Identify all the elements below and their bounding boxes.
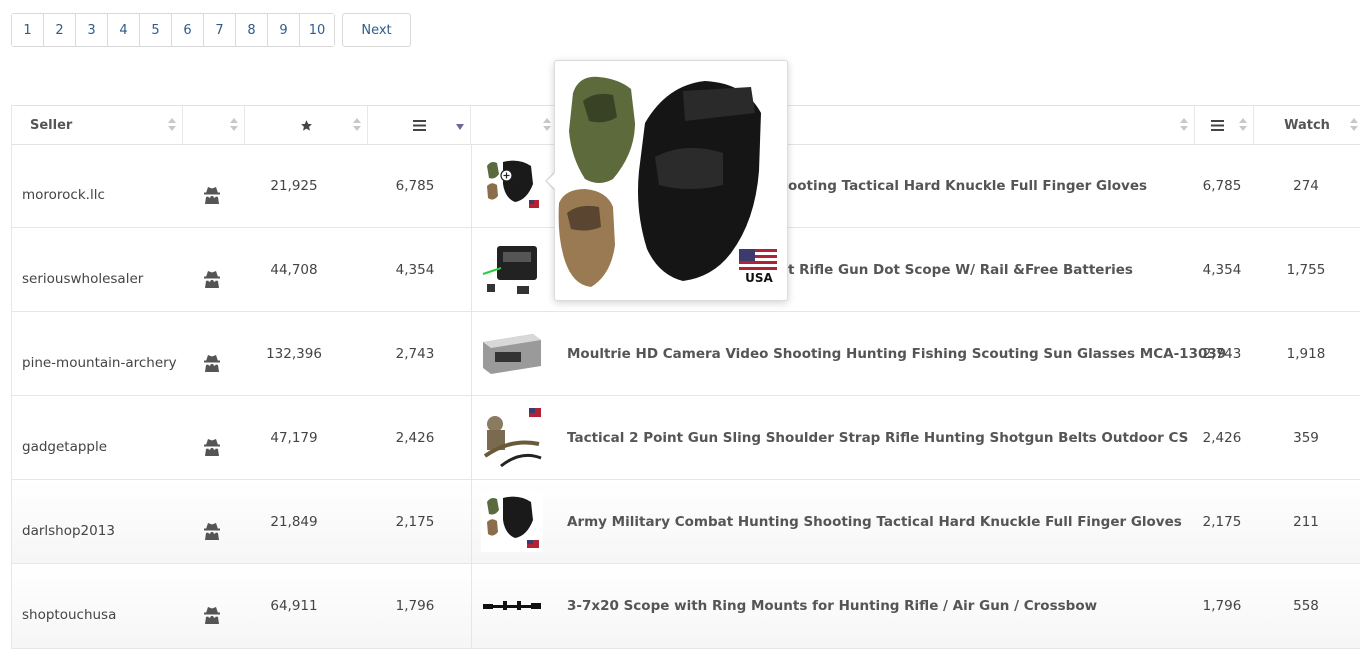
sold-total-value: 4,354 [1202,262,1242,278]
sort-icon[interactable] [168,118,176,132]
watch-header-label: Watch [1284,117,1330,133]
sold-column-header[interactable] [368,106,471,144]
column-divider [471,480,472,564]
rating-value: 21,925 [270,178,318,194]
popup-arrow-inner [547,173,555,189]
product-thumbnail-box[interactable] [481,324,543,384]
rating-value: 64,911 [270,598,318,614]
page-link[interactable]: 3 [76,14,108,46]
product-title[interactable]: t Rifle Gun Dot Scope W/ Rail &Free Batt… [788,262,1133,278]
page-link[interactable]: 6 [172,14,204,46]
seller-link[interactable]: mororock.llc [22,187,105,203]
product-thumbnail-sling[interactable] [481,408,543,468]
sold-value: 4,354 [395,262,435,278]
product-title[interactable]: Moultrie HD Camera Video Shooting Huntin… [567,346,1226,362]
page-link[interactable]: 4 [108,14,140,46]
table-row[interactable]: darlshop2013 21,849 2,175 Army Military … [12,480,1360,564]
seller-type-column-header[interactable] [183,106,245,144]
column-divider [471,396,472,480]
sold-value: 2,743 [395,346,435,362]
watch-column-header[interactable]: Watch [1254,106,1360,144]
usa-flag-label: USA [745,271,773,285]
sold-total-value: 6,785 [1202,178,1242,194]
table-row[interactable]: gadgetapple 47,179 2,426 Tactical 2 Poin… [12,396,1360,480]
watch-value: 558 [1293,598,1319,614]
rating-value: 44,708 [270,262,318,278]
next-page-button[interactable]: Next [342,13,411,47]
sort-icon[interactable] [543,118,551,132]
watch-value: 1,755 [1286,262,1326,278]
sold-total-column-header[interactable] [1195,106,1254,144]
spy-icon[interactable] [203,520,221,540]
product-title[interactable]: ooting Tactical Hard Knuckle Full Finger… [788,178,1147,194]
product-thumbnail-gloves[interactable] [481,156,543,216]
rating-value: 21,849 [270,514,318,530]
column-divider [471,144,472,228]
zoom-cursor-icon [500,169,513,182]
list-icon [1210,119,1224,131]
rating-column-header[interactable] [245,106,368,144]
page-link[interactable]: 10 [300,14,334,46]
page-link[interactable]: 9 [268,14,300,46]
sold-value: 2,426 [395,430,435,446]
star-icon [300,119,312,131]
sort-icon[interactable] [1180,118,1188,132]
table-row[interactable]: shoptouchusa 64,911 1,796 3-7x20 Scope w… [12,564,1360,649]
page-link[interactable]: 5 [140,14,172,46]
watch-value: 1,918 [1286,346,1326,362]
page-link[interactable]: 1 [12,14,44,46]
sort-icon[interactable] [1350,118,1358,132]
gloves-preview-image [558,76,777,287]
seller-link[interactable]: pine-mountain-archery [22,355,177,371]
product-title[interactable]: 3-7x20 Scope with Ring Mounts for Huntin… [567,598,1097,614]
seller-link[interactable]: gadgetapple [22,439,107,455]
product-title[interactable]: Tactical 2 Point Gun Sling Shoulder Stra… [567,430,1188,446]
sold-value: 1,796 [395,598,435,614]
column-divider [471,564,472,649]
watch-value: 211 [1293,514,1319,530]
spy-icon[interactable] [203,184,221,204]
sold-value: 2,175 [395,514,435,530]
spy-icon[interactable] [203,352,221,372]
spy-icon[interactable] [203,604,221,624]
page-link[interactable]: 8 [236,14,268,46]
product-thumbnail-scope[interactable] [481,576,543,636]
product-title[interactable]: Army Military Combat Hunting Shooting Ta… [567,514,1182,530]
sort-icon[interactable] [353,118,361,132]
sold-value: 6,785 [395,178,435,194]
image-preview-popup: USA [554,60,788,301]
usa-flag-icon [739,249,777,271]
product-thumbnail-laser[interactable] [481,240,543,300]
sold-total-value: 1,796 [1202,598,1242,614]
page-link[interactable]: 7 [204,14,236,46]
spy-icon[interactable] [203,268,221,288]
seller-header-label: Seller [30,117,73,133]
sold-total-value: 2,175 [1202,514,1242,530]
watch-value: 274 [1293,178,1319,194]
seller-link[interactable]: shoptouchusa [22,607,116,623]
sort-icon[interactable] [230,118,238,132]
sold-total-value: 2,743 [1202,346,1242,362]
column-divider [471,312,472,396]
seller-link[interactable]: darlshop2013 [22,523,115,539]
pagination: 1 2 3 4 5 6 7 8 9 10 [11,13,335,47]
spy-icon[interactable] [203,436,221,456]
watch-value: 359 [1293,430,1319,446]
table-row[interactable]: pine-mountain-archery 132,396 2,743 Moul… [12,312,1360,396]
page-link[interactable]: 2 [44,14,76,46]
list-icon [412,119,426,131]
seller-column-header[interactable]: Seller [12,106,183,144]
sold-total-value: 2,426 [1202,430,1242,446]
rating-value: 47,179 [270,430,318,446]
product-thumbnail-gloves[interactable] [481,492,543,552]
seller-link[interactable]: seriouswholesaler [22,271,143,287]
column-divider [471,228,472,312]
sort-desc-icon[interactable] [456,118,464,132]
sort-icon[interactable] [1239,118,1247,132]
rating-value: 132,396 [266,346,322,362]
